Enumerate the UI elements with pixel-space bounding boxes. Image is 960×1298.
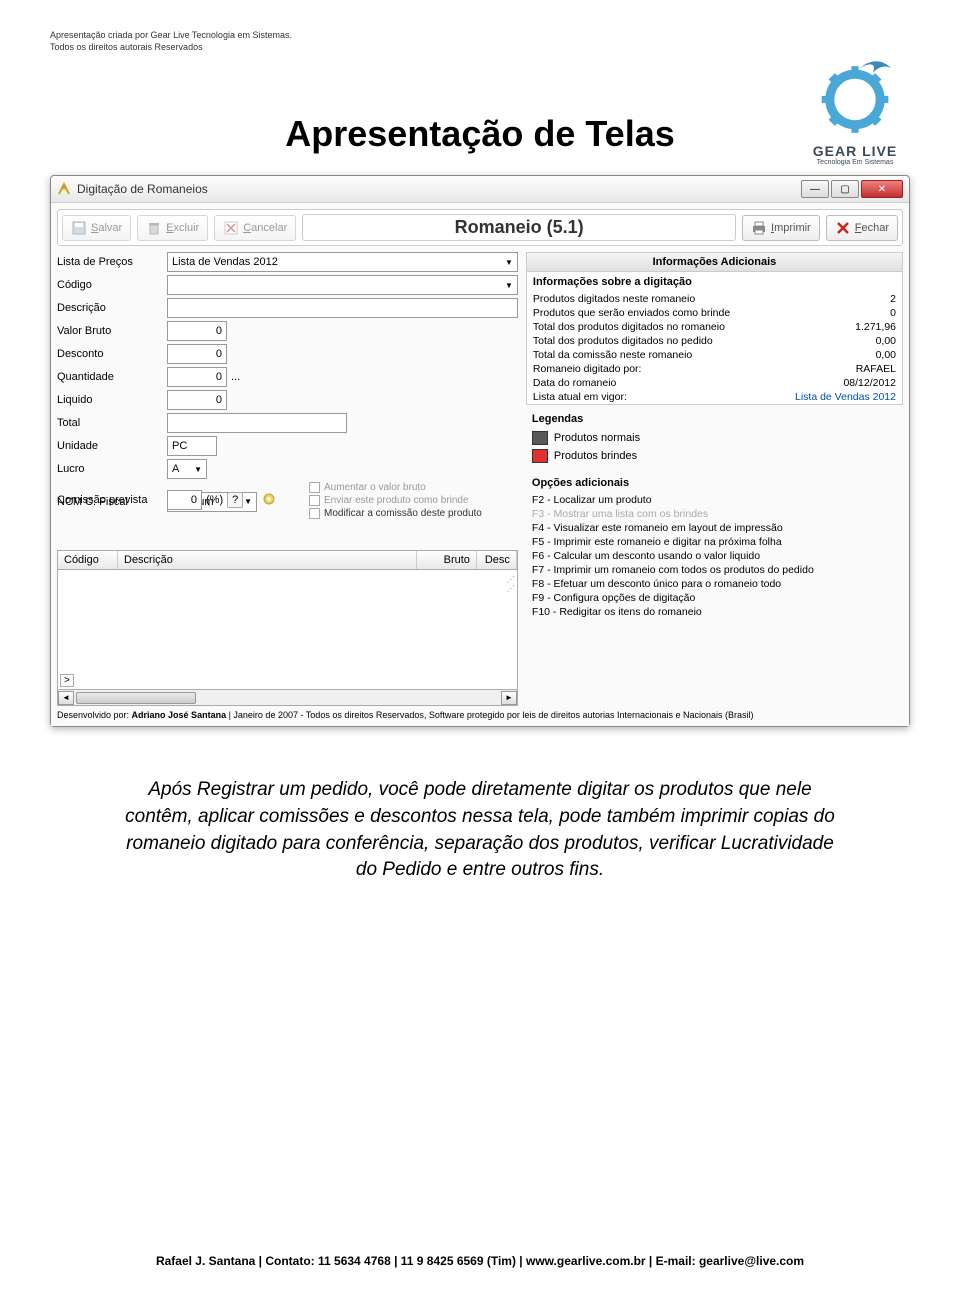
horizontal-scrollbar[interactable]: ◄ ► bbox=[57, 690, 518, 706]
desconto-input[interactable] bbox=[167, 344, 227, 364]
label-codigo: Código bbox=[57, 279, 167, 291]
label-comissao: Comissão prevista bbox=[57, 494, 167, 506]
search-ncm-button[interactable] bbox=[261, 491, 279, 512]
printer-icon bbox=[751, 220, 767, 236]
company-logo: GEAR LIVE Tecnologia Em Sistemas bbox=[810, 50, 900, 166]
window-title: Digitação de Romaneios bbox=[77, 182, 208, 196]
gear-icon bbox=[810, 50, 900, 140]
info-header: Informações Adicionais bbox=[527, 253, 902, 272]
scroll-right-button[interactable]: ► bbox=[501, 691, 517, 705]
quantidade-more-button[interactable]: ... bbox=[231, 371, 240, 383]
close-icon bbox=[835, 220, 851, 236]
row-marker: > bbox=[60, 674, 74, 687]
shortcut-item: F4 - Visualizar este romaneio em layout … bbox=[526, 521, 903, 535]
cancel-button[interactable]: Cancelar bbox=[214, 215, 296, 241]
liquido-input[interactable] bbox=[167, 390, 227, 410]
print-button[interactable]: Imprimir bbox=[742, 215, 820, 241]
col-descricao[interactable]: Descrição bbox=[118, 551, 417, 569]
total-input[interactable] bbox=[167, 413, 347, 433]
codigo-dropdown[interactable]: ▼ bbox=[167, 275, 518, 295]
label-unidade: Unidade bbox=[57, 440, 167, 452]
label-total: Total bbox=[57, 417, 167, 429]
scroll-thumb[interactable] bbox=[76, 692, 196, 704]
label-quantidade: Quantidade bbox=[57, 371, 167, 383]
info-subheader: Informações sobre a digitação bbox=[527, 272, 902, 292]
legend-brinde: Produtos brindes bbox=[526, 447, 903, 465]
unidade-input[interactable] bbox=[167, 436, 217, 456]
shortcut-item: F7 - Imprimir um romaneio com todos os p… bbox=[526, 563, 903, 577]
opcoes-header: Opções adicionais bbox=[526, 473, 903, 493]
maximize-button[interactable]: ▢ bbox=[831, 180, 859, 198]
scroll-left-button[interactable]: ◄ bbox=[58, 691, 74, 705]
legendas-header: Legendas bbox=[526, 409, 903, 429]
descricao-input[interactable] bbox=[167, 298, 518, 318]
label-desconto: Desconto bbox=[57, 348, 167, 360]
page-title: Apresentação de Telas bbox=[50, 113, 910, 155]
app-window: Digitação de Romaneios — ▢ ✕ Salvar Excl… bbox=[50, 175, 910, 727]
comissao-input[interactable] bbox=[167, 490, 202, 510]
shortcut-item: F9 - Configura opções de digitação bbox=[526, 591, 903, 605]
copyright-header: Apresentação criada por Gear Live Tecnol… bbox=[50, 30, 910, 53]
contact-footer: Rafael J. Santana | Contato: 11 5634 476… bbox=[0, 1254, 960, 1268]
help-button[interactable]: ? bbox=[227, 492, 243, 508]
info-row: Lista atual em vigor:Lista de Vendas 201… bbox=[527, 390, 902, 404]
shortcut-item: F5 - Imprimir este romaneio e digitar na… bbox=[526, 535, 903, 549]
label-lista-precos: Lista de Preços bbox=[57, 256, 167, 268]
label-descricao: Descrição bbox=[57, 302, 167, 314]
label-liquido: Liquido bbox=[57, 394, 167, 406]
minimize-button[interactable]: — bbox=[801, 180, 829, 198]
info-row: Romaneio digitado por:RAFAEL bbox=[527, 362, 902, 376]
window-titlebar[interactable]: Digitação de Romaneios — ▢ ✕ bbox=[51, 176, 909, 203]
col-bruto[interactable]: Bruto bbox=[417, 551, 477, 569]
label-valor-bruto: Valor Bruto bbox=[57, 325, 167, 337]
app-icon bbox=[57, 182, 71, 196]
comissao-unit: (%) bbox=[206, 494, 223, 506]
chevron-down-icon: ▼ bbox=[505, 258, 513, 267]
chk-modificar[interactable]: Modificar a comissão deste produto bbox=[309, 508, 482, 519]
info-row: Data do romaneio08/12/2012 bbox=[527, 376, 902, 390]
toolbar: Salvar Excluir Cancelar Romaneio (5.1) I… bbox=[57, 209, 903, 246]
chevron-down-icon: ▼ bbox=[244, 497, 252, 506]
products-table: Código Descrição Bruto Desc ⋰⋰ > bbox=[57, 550, 518, 690]
info-row: Total dos produtos digitados no pedido0,… bbox=[527, 334, 902, 348]
label-lucro: Lucro bbox=[57, 463, 167, 475]
shortcut-item: F2 - Localizar um produto bbox=[526, 493, 903, 507]
lista-precos-dropdown[interactable]: Lista de Vendas 2012▼ bbox=[167, 252, 518, 272]
search-gear-icon bbox=[261, 491, 279, 509]
screen-label: Romaneio (5.1) bbox=[302, 214, 736, 241]
lucro-dropdown[interactable]: A▼ bbox=[167, 459, 207, 479]
shortcut-item: F6 - Calcular um desconto usando o valor… bbox=[526, 549, 903, 563]
col-desc[interactable]: Desc bbox=[477, 551, 517, 569]
info-row: Produtos que serão enviados como brinde0 bbox=[527, 306, 902, 320]
valor-bruto-input[interactable] bbox=[167, 321, 227, 341]
chk-brinde[interactable]: Enviar este produto como brinde bbox=[309, 495, 482, 506]
info-row: Produtos digitados neste romaneio2 bbox=[527, 292, 902, 306]
description-text: Após Registrar um pedido, você pode dire… bbox=[120, 777, 840, 883]
shortcut-item: F8 - Efetuar um desconto único para o ro… bbox=[526, 577, 903, 591]
quantidade-input[interactable] bbox=[167, 367, 227, 387]
chevron-down-icon: ▼ bbox=[194, 465, 202, 474]
legend-normal: Produtos normais bbox=[526, 429, 903, 447]
save-icon bbox=[71, 220, 87, 236]
shortcut-item: F10 - Redigitar os itens do romaneio bbox=[526, 605, 903, 619]
developer-credit: Desenvolvido por: Adriano José Santana |… bbox=[57, 710, 903, 720]
trash-icon bbox=[146, 220, 162, 236]
close-form-button[interactable]: Fechar bbox=[826, 215, 898, 241]
delete-button[interactable]: Excluir bbox=[137, 215, 208, 241]
chevron-down-icon: ▼ bbox=[505, 281, 513, 290]
resize-handle[interactable]: ⋰⋰ bbox=[507, 575, 515, 593]
col-codigo[interactable]: Código bbox=[58, 551, 118, 569]
shortcut-item: F3 - Mostrar uma lista com os brindes bbox=[526, 507, 903, 521]
info-row: Total dos produtos digitados no romaneio… bbox=[527, 320, 902, 334]
save-button[interactable]: Salvar bbox=[62, 215, 131, 241]
chk-aumentar[interactable]: Aumentar o valor bruto bbox=[309, 482, 482, 493]
close-button[interactable]: ✕ bbox=[861, 180, 903, 198]
info-row: Total da comissão neste romaneio0,00 bbox=[527, 348, 902, 362]
cancel-icon bbox=[223, 220, 239, 236]
